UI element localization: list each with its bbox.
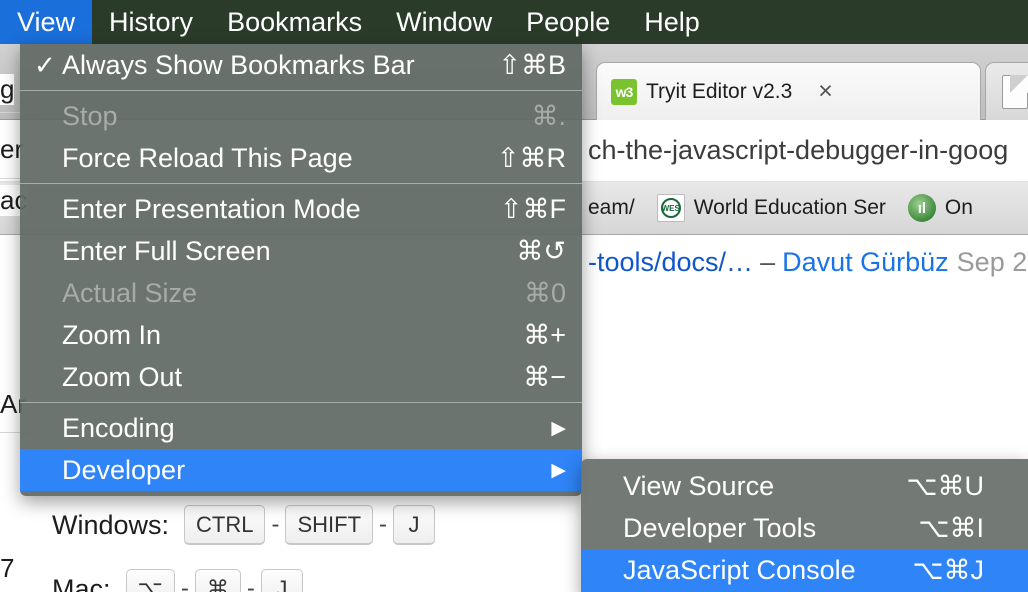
menu-item-label: Stop <box>62 100 118 131</box>
menu-item-encoding[interactable]: Encoding ▶ <box>20 407 582 449</box>
shortcut-row-mac: Mac: ⌥ - ⌘ - J <box>52 569 306 592</box>
key-shift: SHIFT <box>285 505 374 545</box>
checkmark-icon: ✓ <box>34 50 56 80</box>
menu-item-label: Enter Full Screen <box>62 235 271 266</box>
menu-bar: View History Bookmarks Window People Hel… <box>0 0 1028 44</box>
menu-item-label: Always Show Bookmarks Bar <box>62 49 415 80</box>
result-date: Sep 26 <box>956 247 1028 277</box>
menu-item-force-reload-this-page[interactable]: Force Reload This Page ⇧⌘R <box>20 137 582 179</box>
shortcut-row-label: Mac: <box>52 573 111 592</box>
menu-item-developer[interactable]: Developer ▶ <box>20 449 582 491</box>
menubar-item-label: Help <box>644 6 700 37</box>
menu-item-actual-size: Actual Size ⌘0 <box>20 272 582 314</box>
menu-item-enter-presentation-mode[interactable]: Enter Presentation Mode ⇧⌘F <box>20 188 582 230</box>
bookmark-item-world-education-services[interactable]: WES World Education Ser <box>656 194 886 222</box>
submenu-item-view-source[interactable]: View Source ⌥⌘U <box>581 465 1028 507</box>
menu-separator <box>20 90 582 91</box>
screenshot-root: w3 Tryit Editor v2.3 × ch-the-javascript… <box>0 0 1028 592</box>
menu-separator <box>20 183 582 184</box>
shortcut-row-label: Windows: <box>52 509 170 540</box>
tab-new-document[interactable] <box>985 62 1028 120</box>
result-author[interactable]: Davut Gürbüz <box>782 247 949 277</box>
tab-tryit-editor[interactable]: w3 Tryit Editor v2.3 × <box>596 62 981 120</box>
key-ctrl: CTRL <box>184 505 266 545</box>
menu-item-shortcut: ⇧⌘B <box>498 49 566 80</box>
menu-item-shortcut: ⌘. <box>531 100 566 131</box>
menubar-item-label: View <box>17 6 76 37</box>
submenu-item-javascript-console[interactable]: JavaScript Console ⌥⌘J <box>581 549 1028 591</box>
result-dash: – <box>760 247 776 277</box>
menu-item-shortcut: ⌘+ <box>523 319 566 350</box>
document-icon <box>1002 75 1028 109</box>
key-separator: - <box>379 511 388 538</box>
key-separator: - <box>271 511 280 538</box>
submenu-item-label: JavaScript Console <box>623 554 856 585</box>
bookmark-item-eam[interactable]: eam/ <box>588 196 635 220</box>
gutter-fragment: g <box>0 74 15 105</box>
submenu-item-shortcut: ⌥⌘J <box>912 554 984 585</box>
bookmark-label: On <box>944 196 973 219</box>
submenu-item-developer-tools[interactable]: Developer Tools ⌥⌘I <box>581 507 1028 549</box>
menu-item-shortcut: ⌘0 <box>523 277 566 308</box>
submenu-item-shortcut: ⌥⌘U <box>906 470 984 501</box>
menu-item-label: Zoom In <box>62 319 162 350</box>
menubar-item-bookmarks[interactable]: Bookmarks <box>210 0 379 44</box>
search-result-line: -tools/docs/…–Davut GürbüzSep 26 <box>588 247 1028 278</box>
menu-item-enter-full-screen[interactable]: Enter Full Screen ⌘↺ <box>20 230 582 272</box>
menu-item-stop: Stop ⌘. <box>20 95 582 137</box>
green-circle-icon: ıl <box>907 194 936 222</box>
menubar-item-view[interactable]: View <box>0 0 93 44</box>
key-command: ⌘ <box>194 569 241 592</box>
key-j: J <box>260 569 303 592</box>
key-option: ⌥ <box>125 569 175 592</box>
menu-item-label: Zoom Out <box>62 361 183 392</box>
key-separator: - <box>246 575 255 592</box>
chevron-right-icon: ▶ <box>551 417 566 439</box>
menu-item-zoom-in[interactable]: Zoom In ⌘+ <box>20 314 582 356</box>
menubar-item-history[interactable]: History <box>92 0 210 44</box>
bookmark-item-on[interactable]: ıl On <box>907 194 973 222</box>
submenu-item-label: Developer Tools <box>623 512 817 543</box>
menu-item-label: Encoding <box>62 412 175 443</box>
key-j: J <box>393 505 436 545</box>
submenu-item-label: View Source <box>623 470 775 501</box>
wes-icon: WES <box>656 194 685 222</box>
bookmark-label: eam/ <box>588 196 635 219</box>
gutter-fragment: 7 <box>0 553 15 584</box>
close-icon[interactable]: × <box>818 79 833 104</box>
menu-item-label: Enter Presentation Mode <box>62 193 361 224</box>
view-dropdown-menu: ✓ Always Show Bookmarks Bar ⇧⌘B Stop ⌘. … <box>20 44 582 496</box>
menu-item-always-show-bookmarks-bar[interactable]: ✓ Always Show Bookmarks Bar ⇧⌘B <box>20 44 582 86</box>
w3schools-favicon-icon: w3 <box>611 78 637 105</box>
menubar-item-help[interactable]: Help <box>627 0 717 44</box>
menu-item-shortcut: ⌘− <box>523 361 566 392</box>
menu-item-shortcut: ⇧⌘R <box>496 142 566 173</box>
menubar-item-label: Bookmarks <box>227 6 363 37</box>
chevron-right-icon: ▶ <box>551 459 566 481</box>
tab-title: Tryit Editor v2.3 <box>646 79 793 103</box>
menu-item-label: Force Reload This Page <box>62 142 353 173</box>
address-bar-text: ch-the-javascript-debugger-in-goog <box>588 135 1009 165</box>
menubar-item-label: History <box>109 6 194 37</box>
result-url[interactable]: -tools/docs/… <box>588 247 753 277</box>
menu-item-shortcut: ⇧⌘F <box>499 193 566 224</box>
menu-item-shortcut: ⌘↺ <box>516 235 566 266</box>
menubar-item-label: Window <box>396 6 493 37</box>
menubar-item-label: People <box>526 6 611 37</box>
menu-separator <box>20 402 582 403</box>
menu-item-label: Actual Size <box>62 277 198 308</box>
menubar-item-window[interactable]: Window <box>379 0 509 44</box>
bookmark-label: World Education Ser <box>693 196 886 219</box>
menu-item-zoom-out[interactable]: Zoom Out ⌘− <box>20 356 582 398</box>
menubar-item-people[interactable]: People <box>509 0 627 44</box>
developer-submenu: View Source ⌥⌘U Developer Tools ⌥⌘I Java… <box>581 459 1028 592</box>
menu-item-label: Developer <box>62 454 186 485</box>
key-separator: - <box>180 575 189 592</box>
submenu-item-shortcut: ⌥⌘I <box>918 512 984 543</box>
shortcut-row-windows: Windows: CTRL - SHIFT - J <box>52 505 438 545</box>
